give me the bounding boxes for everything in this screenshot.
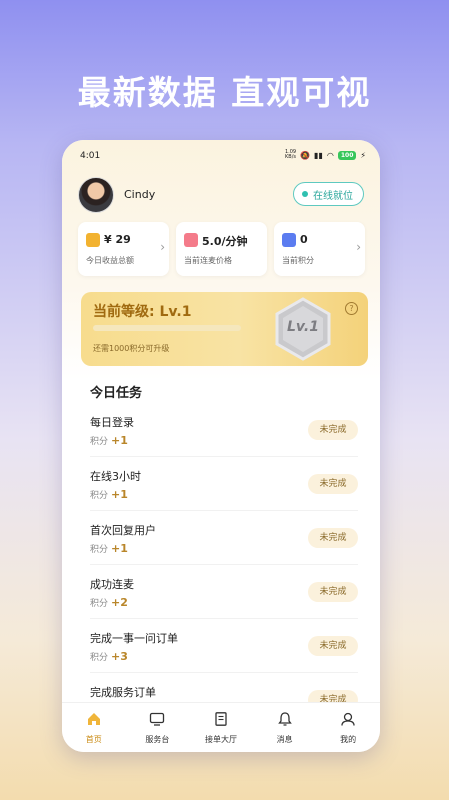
task-status-button[interactable]: 未完成: [308, 636, 358, 656]
level-progress-bar: [93, 325, 241, 331]
list-item: 首次回复用户 积分 +1 未完成: [90, 511, 358, 565]
level-card[interactable]: 当前等级: Lv.1 还需1000积分可升级 Lv.1 ?: [81, 292, 368, 366]
stat-card-price[interactable]: 5.0/分钟 当前连麦价格: [176, 222, 267, 276]
task-name: 完成服务订单: [90, 686, 156, 699]
monitor-icon: [150, 712, 165, 726]
list-item: 完成一事一问订单 积分 +3 未完成: [90, 619, 358, 673]
task-list: 每日登录 积分 +1 未完成 在线3小时 积分 +1 未完成 首次回复用户 积分 +1…: [90, 403, 358, 727]
wifi-icon: ◠: [326, 150, 334, 160]
task-points: 积分 +1: [90, 542, 128, 555]
battery-icon: 100: [337, 150, 357, 160]
network-speed: 1.09 KB/s: [284, 149, 297, 160]
tab-label: 服务台: [145, 735, 170, 744]
tab-home[interactable]: 首页: [62, 703, 126, 752]
online-status-button[interactable]: 在线就位: [293, 182, 364, 206]
stat-label: 当前积分: [282, 256, 314, 265]
stat-value: 0: [300, 233, 308, 246]
stats-row: ¥ 29 今日收益总额 › 5.0/分钟 当前连麦价格 0 当前积分 ›: [78, 222, 366, 276]
task-status-button[interactable]: 未完成: [308, 474, 358, 494]
task-name: 成功连麦: [90, 578, 134, 591]
coins-stack-icon: [282, 233, 296, 247]
task-points: 积分 +1: [90, 488, 128, 501]
stat-value: ¥ 29: [104, 233, 131, 246]
task-status-button[interactable]: 未完成: [308, 582, 358, 602]
task-name: 完成一事一问订单: [90, 632, 178, 645]
tab-label: 接单大厅: [204, 735, 237, 744]
level-title: 当前等级: Lv.1: [93, 304, 192, 320]
stat-value: 5.0/分钟: [202, 235, 248, 248]
status-bar: 4:01 1.09 KB/s 🔕 ▮▮ ◠ 100 ⚡: [62, 148, 380, 166]
tab-messages[interactable]: 消息: [253, 703, 317, 752]
task-points: 积分 +1: [90, 434, 128, 447]
tab-label: 我的: [340, 735, 357, 744]
level-badge-label: Lv.1: [287, 319, 319, 335]
level-badge-icon: Lv.1: [271, 296, 335, 362]
status-time: 4:01: [80, 151, 101, 161]
stat-card-points[interactable]: 0 当前积分 ›: [274, 222, 365, 276]
task-status-button[interactable]: 未完成: [308, 528, 358, 548]
home-icon: [87, 713, 100, 725]
tab-label: 消息: [276, 735, 293, 744]
heart-hands-icon: [184, 233, 198, 247]
mute-icon: 🔕: [300, 150, 311, 160]
online-dot-icon: [302, 191, 308, 197]
task-points: 积分 +3: [90, 650, 128, 663]
status-icons: 1.09 KB/s 🔕 ▮▮ ◠ 100 ⚡: [285, 150, 366, 160]
help-icon[interactable]: ?: [345, 302, 358, 315]
promo-headline: 最新数据 直观可视: [77, 73, 372, 112]
bottom-tab-bar: 首页 服务台 接单大厅 消息 我的: [62, 702, 380, 752]
money-bag-icon: [86, 233, 100, 247]
tab-order-hall[interactable]: 接单大厅: [189, 703, 253, 752]
task-name: 在线3小时: [90, 470, 141, 483]
charging-icon: ⚡: [360, 150, 366, 160]
tab-profile[interactable]: 我的: [316, 703, 380, 752]
chevron-right-icon: ›: [160, 240, 165, 254]
tab-service-desk[interactable]: 服务台: [126, 703, 190, 752]
level-hint: 还需1000积分可升级: [93, 344, 170, 353]
username: Cindy: [124, 188, 156, 201]
stat-label: 今日收益总额: [86, 256, 134, 265]
phone-screen: 4:01 1.09 KB/s 🔕 ▮▮ ◠ 100 ⚡ Cindy 在线就位 ¥…: [62, 140, 380, 752]
online-status-label: 在线就位: [313, 190, 353, 202]
task-name: 首次回复用户: [90, 524, 156, 537]
bell-icon: [277, 712, 292, 726]
user-icon: [341, 712, 355, 726]
avatar[interactable]: [78, 177, 114, 213]
stat-label: 当前连麦价格: [184, 256, 232, 265]
list-item: 每日登录 积分 +1 未完成: [90, 403, 358, 457]
stat-card-income[interactable]: ¥ 29 今日收益总额 ›: [78, 222, 169, 276]
list-item: 成功连麦 积分 +2 未完成: [90, 565, 358, 619]
document-icon: [215, 712, 227, 726]
task-status-button[interactable]: 未完成: [308, 420, 358, 440]
tasks-heading: 今日任务: [90, 386, 143, 401]
tab-label: 首页: [85, 735, 102, 744]
list-item: 在线3小时 积分 +1 未完成: [90, 457, 358, 511]
chevron-right-icon: ›: [356, 240, 361, 254]
task-name: 每日登录: [90, 416, 134, 429]
task-points: 积分 +2: [90, 596, 128, 609]
signal-icon: ▮▮: [314, 150, 323, 160]
profile-row: Cindy 在线就位: [78, 177, 364, 213]
